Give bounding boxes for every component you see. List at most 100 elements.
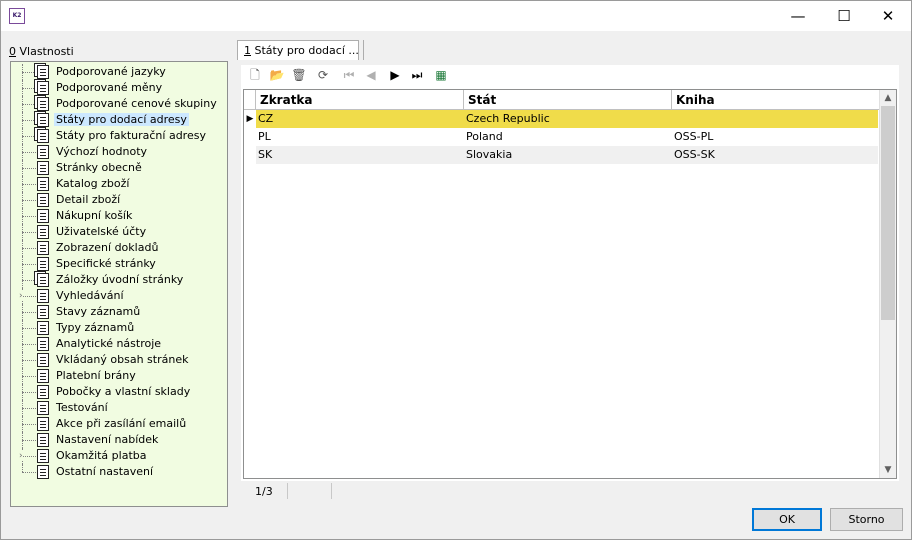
document-stack-icon (37, 129, 49, 143)
tree-item[interactable]: Akce při zasílání emailů (11, 416, 227, 432)
tree-item[interactable]: Detail zboží (11, 192, 227, 208)
document-icon (37, 161, 49, 175)
tree-connector (22, 456, 36, 457)
document-icon (37, 289, 49, 303)
column-header-stat[interactable]: Stát (464, 90, 672, 110)
cell-kniha[interactable]: OSS-PL (672, 128, 880, 146)
row-indicator[interactable]: ▶ (244, 110, 256, 128)
document-icon (37, 385, 49, 399)
document-icon (37, 177, 49, 191)
tree-item-label: Výchozí hodnoty (56, 145, 148, 158)
scroll-down-icon[interactable]: ▼ (880, 462, 896, 478)
properties-label-text: Vlastnosti (16, 45, 74, 58)
cell-stat[interactable]: Czech Republic (464, 110, 672, 128)
tree-item-label: Katalog zboží (56, 177, 130, 190)
tree-connector (22, 440, 36, 441)
cell-zkratka[interactable]: SK (256, 146, 464, 164)
cancel-button[interactable]: Storno (830, 508, 903, 531)
cell-zkratka[interactable]: CZ (256, 110, 464, 128)
scroll-up-icon[interactable]: ▲ (880, 90, 896, 106)
tree-item[interactable]: › Okamžitá platba (11, 448, 227, 464)
tree-item[interactable]: Podporované jazyky (11, 64, 227, 80)
tree-item[interactable]: Uživatelské účty (11, 224, 227, 240)
column-header-zkratka[interactable]: Zkratka (256, 90, 464, 110)
first-record-icon[interactable]: ⏮ (341, 67, 357, 83)
tree-item[interactable]: Platební brány (11, 368, 227, 384)
tree-item[interactable]: Ostatní nastavení (11, 464, 227, 480)
minimize-button[interactable]: — (775, 1, 821, 31)
app-icon: K2 (9, 8, 25, 24)
tree-item[interactable]: Podporované cenové skupiny (11, 96, 227, 112)
tree-item[interactable]: Pobočky a vlastní sklady (11, 384, 227, 400)
tree-item-label: Okamžitá platba (56, 449, 147, 462)
excel-export-icon[interactable]: ▦ (433, 67, 449, 83)
tree-item[interactable]: Analytické nástroje (11, 336, 227, 352)
tree-item[interactable]: Státy pro fakturační adresy (11, 128, 227, 144)
previous-record-icon[interactable]: ◀ (363, 67, 379, 83)
cell-kniha[interactable]: OSS-SK (672, 146, 880, 164)
cell-stat[interactable]: Slovakia (464, 146, 672, 164)
tree-item[interactable]: Specifické stránky (11, 256, 227, 272)
tree-item[interactable]: Stránky obecně (11, 160, 227, 176)
status-separator (331, 483, 332, 499)
cell-kniha[interactable] (672, 110, 880, 128)
tree-item-label: Podporované měny (56, 81, 163, 94)
table-row[interactable]: ▶ CZ Czech Republic (244, 110, 878, 128)
tree-item[interactable]: Nastavení nabídek (11, 432, 227, 448)
tree-connector (22, 464, 23, 472)
tree-item[interactable]: Zobrazení dokladů (11, 240, 227, 256)
close-button[interactable]: ✕ (865, 1, 911, 31)
document-icon (37, 305, 49, 319)
tree-item[interactable]: Stavy záznamů (11, 304, 227, 320)
column-header-kniha[interactable]: Kniha (672, 90, 880, 110)
refresh-icon[interactable]: ⟳ (315, 67, 331, 83)
vertical-scrollbar[interactable]: ▲ ▼ (879, 90, 896, 478)
tree-item[interactable]: Státy pro dodací adresy (11, 112, 227, 128)
tree-item[interactable]: Nákupní košík (11, 208, 227, 224)
table-row[interactable]: PL Poland OSS-PL (244, 128, 878, 146)
cell-stat[interactable]: Poland (464, 128, 672, 146)
maximize-button[interactable]: ☐ (821, 1, 867, 31)
tree-connector (22, 392, 36, 393)
tree-item[interactable]: Výchozí hodnoty (11, 144, 227, 160)
tree-connector (22, 104, 36, 105)
tree-connector (22, 232, 36, 233)
ok-button[interactable]: OK (752, 508, 822, 531)
expand-chevron-icon[interactable]: › (19, 291, 23, 301)
tree-item[interactable]: Vkládaný obsah stránek (11, 352, 227, 368)
next-record-icon[interactable]: ▶ (387, 67, 403, 83)
tree-connector (22, 296, 36, 297)
tree-item[interactable]: Testování (11, 400, 227, 416)
tree-connector (22, 376, 36, 377)
document-stack-icon (37, 97, 49, 111)
tree-item[interactable]: Typy záznamů (11, 320, 227, 336)
tree-item-label: Vyhledávání (56, 289, 124, 302)
tree-item[interactable]: Podporované měny (11, 80, 227, 96)
tree-item[interactable]: › Vyhledávání (11, 288, 227, 304)
tree-item-label: Státy pro fakturační adresy (56, 129, 206, 142)
open-folder-icon[interactable]: 📂 (269, 67, 285, 83)
row-indicator[interactable] (244, 146, 256, 164)
expand-chevron-icon[interactable]: › (19, 451, 23, 461)
tree-item[interactable]: Záložky úvodní stránky (11, 272, 227, 288)
delete-icon[interactable]: 🗑 (291, 67, 307, 83)
properties-tree[interactable]: Podporované jazyky Podporované měny Podpor… (10, 61, 228, 507)
document-icon (37, 401, 49, 415)
tree-item-label: Podporované cenové skupiny (56, 97, 217, 110)
tree-item[interactable]: Katalog zboží (11, 176, 227, 192)
table-row[interactable]: SK Slovakia OSS-SK (244, 146, 878, 164)
tree-item-label: Nákupní košík (56, 209, 133, 222)
last-record-icon[interactable]: ⏭ (409, 67, 425, 83)
tree-connector (22, 168, 36, 169)
scroll-thumb[interactable] (881, 106, 895, 320)
tree-item-label: Podporované jazyky (56, 65, 166, 78)
row-indicator[interactable] (244, 128, 256, 146)
document-stack-icon (37, 65, 49, 79)
status-bar: 1/3 (243, 481, 897, 501)
tab-staty-pro-dodaci[interactable]: 1 Státy pro dodací ... (237, 40, 359, 60)
document-icon (37, 241, 49, 255)
tree-connector (22, 120, 36, 121)
document-icon (37, 353, 49, 367)
new-record-icon[interactable]: 🗋 (247, 67, 263, 83)
cell-zkratka[interactable]: PL (256, 128, 464, 146)
